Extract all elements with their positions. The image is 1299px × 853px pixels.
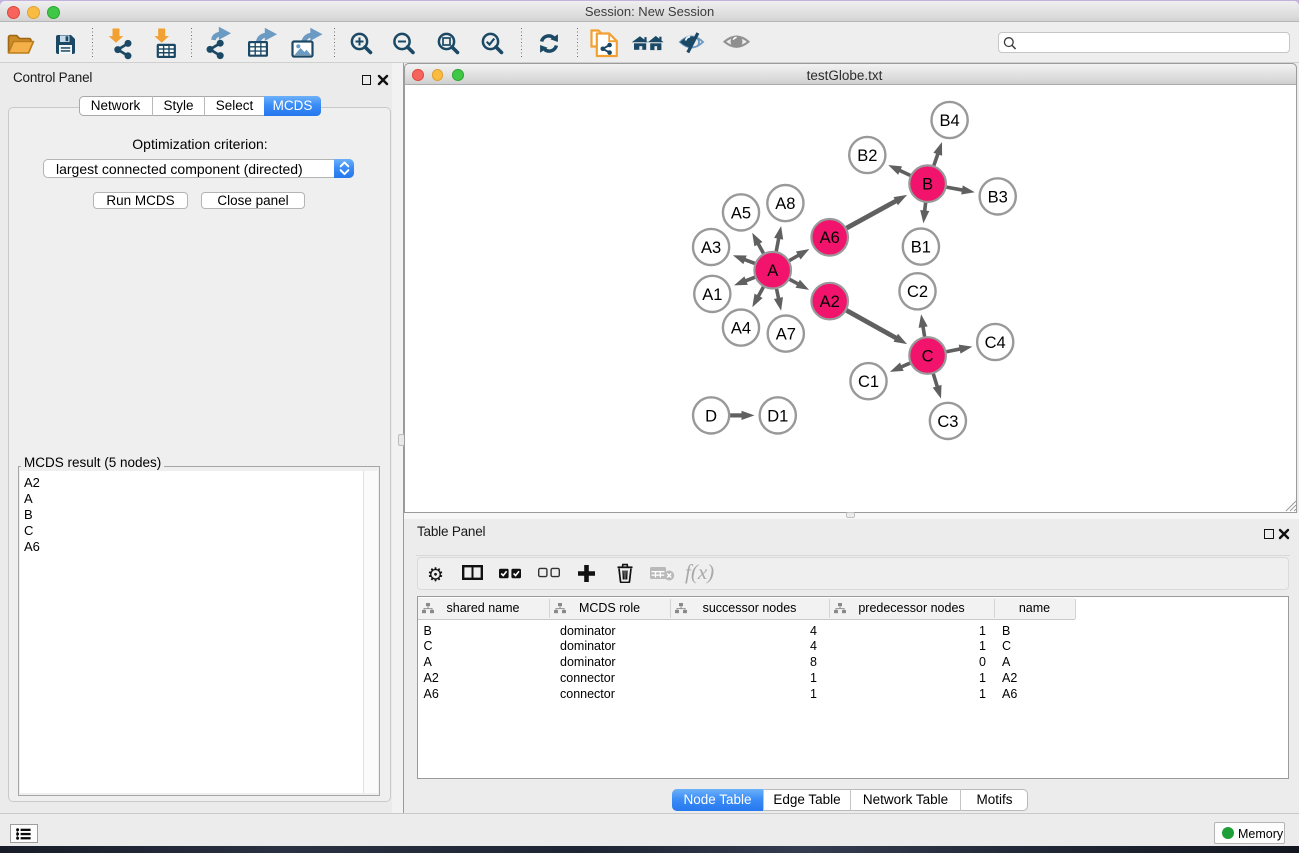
svg-text:B1: B1 xyxy=(911,239,931,257)
svg-text:C1: C1 xyxy=(858,373,879,391)
svg-text:A5: A5 xyxy=(731,204,751,222)
svg-text:C: C xyxy=(922,347,934,365)
svg-text:B: B xyxy=(922,176,933,194)
svg-text:A4: A4 xyxy=(731,320,751,338)
svg-text:B3: B3 xyxy=(988,188,1008,206)
svg-text:C2: C2 xyxy=(907,283,928,301)
svg-text:B2: B2 xyxy=(857,147,877,165)
svg-text:A3: A3 xyxy=(701,239,721,257)
svg-text:A8: A8 xyxy=(775,195,795,213)
svg-text:B4: B4 xyxy=(940,112,960,130)
svg-text:C3: C3 xyxy=(937,413,958,431)
svg-text:A7: A7 xyxy=(776,326,796,344)
svg-text:D1: D1 xyxy=(767,407,788,425)
svg-text:A2: A2 xyxy=(820,293,840,311)
svg-text:A1: A1 xyxy=(702,286,722,304)
svg-text:C4: C4 xyxy=(985,334,1006,352)
svg-text:A6: A6 xyxy=(820,229,840,247)
svg-text:A: A xyxy=(767,262,778,280)
svg-text:D: D xyxy=(705,407,717,425)
